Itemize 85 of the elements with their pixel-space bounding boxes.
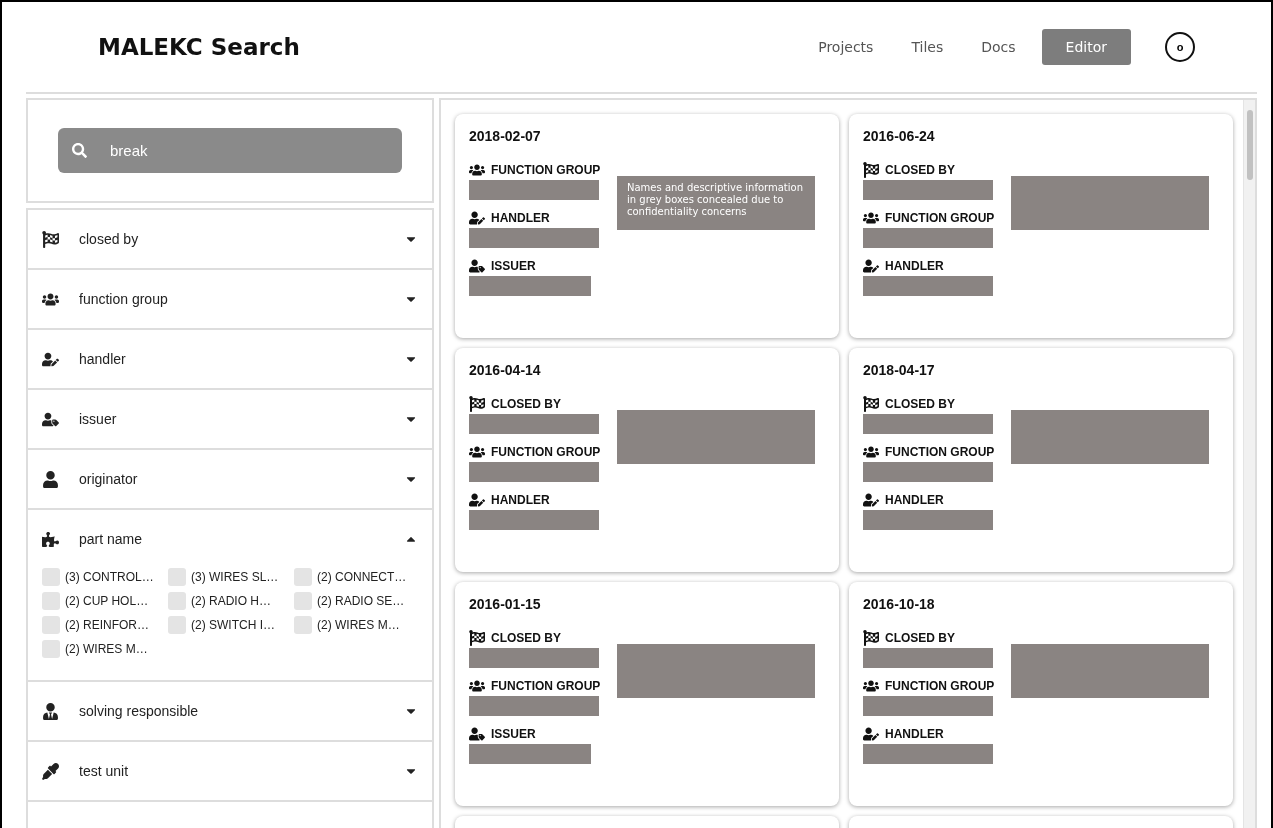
field-label: ISSUER: [469, 258, 599, 274]
user-pen-icon: [469, 210, 485, 226]
filter-option[interactable]: (2) CONNECT…: [294, 568, 418, 586]
result-card[interactable]: 2018-04-17 CLOSED BY FUNCTION GROUP HANDLER: [849, 348, 1233, 572]
nav-link[interactable]: Projects: [818, 39, 874, 55]
group-icon: [863, 678, 879, 694]
group-icon: [469, 678, 485, 694]
card-date: 2016-01-15: [469, 596, 542, 612]
checkbox[interactable]: [168, 568, 186, 586]
group-icon: [469, 162, 485, 178]
group-icon: [863, 444, 879, 460]
field-label: CLOSED BY: [863, 396, 993, 412]
scrollbar-thumb[interactable]: [1246, 110, 1253, 180]
checkbox[interactable]: [294, 616, 312, 634]
filter-option[interactable]: (2) SWITCH I…: [168, 616, 292, 634]
filter-option[interactable]: (2) WIRES M…: [294, 616, 418, 634]
filter-option[interactable]: (2) WIRES M…: [42, 640, 166, 658]
result-card[interactable]: 2016-04-14 CLOSED BY FUNCTION GROUP HANDLER: [455, 348, 839, 572]
flag-icon: [42, 230, 59, 248]
flag-icon: [863, 162, 879, 178]
filter-option[interactable]: (2) RADIO H…: [168, 592, 292, 610]
checkbox[interactable]: [168, 592, 186, 610]
field-label: HANDLER: [469, 210, 599, 226]
field-label: HANDLER: [469, 492, 599, 508]
card-date: 2018-04-17: [863, 362, 936, 378]
field-label: ISSUER: [469, 726, 599, 742]
app-title: MALEKC Search: [98, 34, 301, 60]
checkbox[interactable]: [168, 616, 186, 634]
checkbox[interactable]: [42, 640, 60, 658]
flag-icon: [863, 630, 879, 646]
checkbox[interactable]: [294, 568, 312, 586]
flag-icon: [469, 630, 485, 646]
flag-icon: [863, 396, 879, 412]
group-icon: [863, 210, 879, 226]
card-date: 2016-10-18: [863, 596, 936, 612]
user-tie-icon: [42, 702, 59, 720]
user-pen-icon: [42, 350, 59, 368]
result-card[interactable]: 2018-02-07 FUNCTION GROUP HANDLER ISSUER Names and descriptive information in grey boxes concealed due to confidentiality concerns: [455, 114, 839, 338]
result-card[interactable]: 2016-10-18 CLOSED BY FUNCTION GROUP HANDLER: [849, 582, 1233, 806]
field-label: HANDLER: [863, 726, 993, 742]
result-card[interactable]: 2016-06-24 CLOSED BY FUNCTION GROUP HANDLER: [849, 114, 1233, 338]
nav-link[interactable]: Docs: [981, 39, 1016, 55]
nav-link[interactable]: Tiles: [911, 39, 944, 55]
filter-option[interactable]: (2) CUP HOL…: [42, 592, 166, 610]
field-label: CLOSED BY: [863, 162, 993, 178]
filter-option[interactable]: (3) WIRES SL…: [168, 568, 292, 586]
user-tag-icon: [469, 258, 485, 274]
card-date: 2018-02-07: [469, 128, 542, 144]
checkbox[interactable]: [42, 616, 60, 634]
group-icon: [469, 444, 485, 460]
field-label: FUNCTION GROUP: [863, 678, 993, 694]
field-label: FUNCTION GROUP: [863, 444, 993, 460]
dropper-icon: [42, 762, 59, 780]
checkbox[interactable]: [42, 592, 60, 610]
user-tag-icon: [469, 726, 485, 742]
filter-option[interactable]: (2) REINFOR…: [42, 616, 166, 634]
checkbox[interactable]: [42, 568, 60, 586]
scrollbar[interactable]: [1243, 100, 1255, 828]
user-pen-icon: [469, 492, 485, 508]
field-label: CLOSED BY: [469, 396, 599, 412]
filter-option[interactable]: (3) CONTROL…: [42, 568, 166, 586]
checkbox[interactable]: [294, 592, 312, 610]
field-label: FUNCTION GROUP: [469, 162, 599, 178]
result-card[interactable]: 2016-01-15 CLOSED BY FUNCTION GROUP ISSUER: [455, 582, 839, 806]
user-pen-icon: [863, 492, 879, 508]
search-icon: [72, 143, 87, 158]
field-label: FUNCTION GROUP: [469, 444, 599, 460]
flag-icon: [469, 396, 485, 412]
field-label: CLOSED BY: [863, 630, 993, 646]
user-icon: [42, 470, 59, 488]
user-pen-icon: [863, 258, 879, 274]
filter-option[interactable]: (2) RADIO SE…: [294, 592, 418, 610]
field-label: CLOSED BY: [469, 630, 599, 646]
user-pen-icon: [863, 726, 879, 742]
field-label: HANDLER: [863, 492, 993, 508]
field-label: FUNCTION GROUP: [863, 210, 993, 226]
avatar-button[interactable]: o: [1165, 32, 1195, 62]
field-label: HANDLER: [863, 258, 993, 274]
card-date: 2016-04-14: [469, 362, 542, 378]
nav-button[interactable]: Editor: [1041, 29, 1131, 65]
puzzle-icon: [42, 530, 59, 548]
card-date: 2016-06-24: [863, 128, 936, 144]
field-label: FUNCTION GROUP: [469, 678, 599, 694]
redaction-note: Names and descriptive information in grey boxes concealed due to confidentiality concerns: [617, 176, 815, 230]
user-tag-icon: [42, 410, 59, 428]
